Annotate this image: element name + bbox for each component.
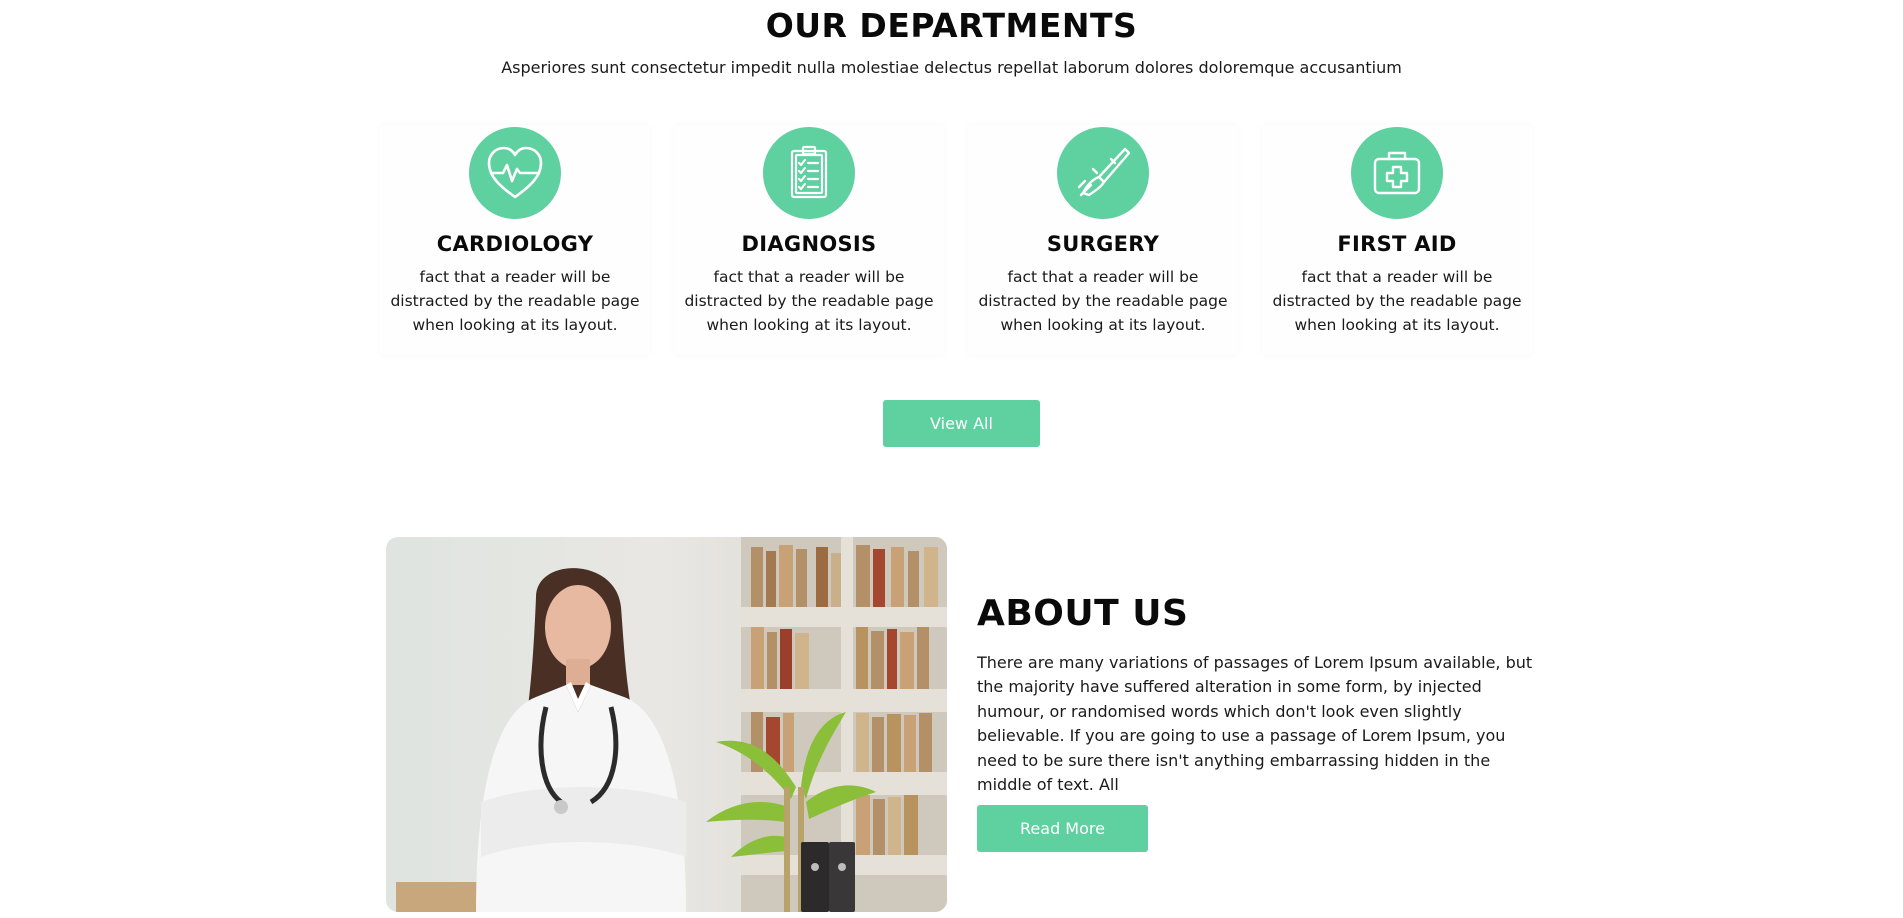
department-cards: CARDIOLOGY fact that a reader will be di… — [380, 125, 1532, 355]
read-more-button[interactable]: Read More — [977, 805, 1148, 852]
department-card-first-aid[interactable]: FIRST AID fact that a reader will be dis… — [1262, 125, 1532, 355]
card-title: FIRST AID — [1337, 232, 1457, 256]
card-title: CARDIOLOGY — [436, 232, 594, 256]
card-title: SURGERY — [1046, 232, 1160, 256]
card-description: fact that a reader will be distracted by… — [1272, 268, 1522, 334]
heart-pulse-icon — [469, 127, 561, 219]
departments-title: OUR DEPARTMENTS — [765, 6, 1138, 45]
about-title: ABOUT US — [977, 593, 1189, 634]
department-card-surgery[interactable]: SURGERY fact that a reader will be distr… — [968, 125, 1238, 355]
about-text: There are many variations of passages of… — [977, 653, 1533, 795]
doctor-photo — [386, 537, 947, 912]
first-aid-kit-icon — [1351, 127, 1443, 219]
card-title: DIAGNOSIS — [741, 232, 877, 256]
scalpel-hand-icon — [1057, 127, 1149, 219]
department-card-cardiology[interactable]: CARDIOLOGY fact that a reader will be di… — [380, 125, 650, 355]
view-all-button[interactable]: View All — [883, 400, 1040, 447]
departments-subtitle: Asperiores sunt consectetur impedit null… — [501, 58, 1402, 77]
card-description: fact that a reader will be distracted by… — [684, 268, 934, 334]
department-card-diagnosis[interactable]: DIAGNOSIS fact that a reader will be dis… — [674, 125, 944, 355]
clipboard-checklist-icon — [763, 127, 855, 219]
card-description: fact that a reader will be distracted by… — [390, 268, 640, 334]
card-description: fact that a reader will be distracted by… — [978, 268, 1228, 334]
